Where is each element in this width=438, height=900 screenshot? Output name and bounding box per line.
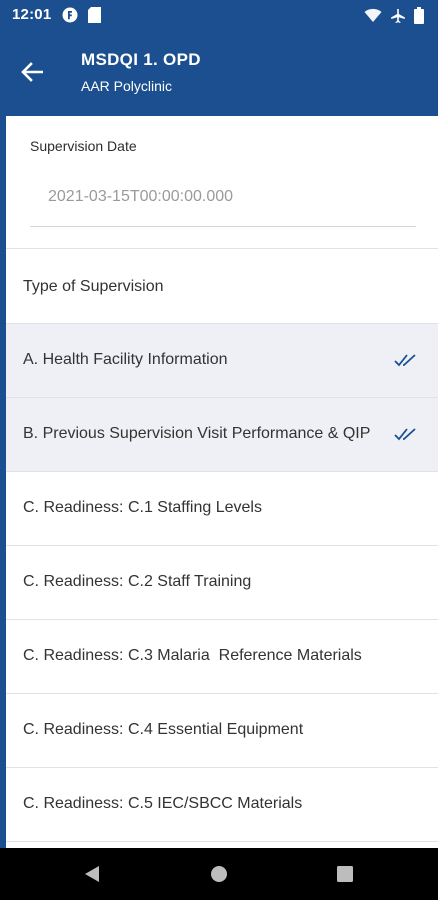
- page-subtitle: AAR Polyclinic: [81, 78, 173, 94]
- section-label: C. Readiness: C.1 Staffing Levels: [23, 499, 262, 516]
- nav-home-icon[interactable]: [211, 866, 227, 882]
- arrow-back-icon: [21, 62, 43, 82]
- type-of-supervision-field[interactable]: Type of Supervision: [6, 249, 438, 324]
- section-label: B. Previous Supervision Visit Performanc…: [23, 425, 371, 442]
- airplane-icon: [391, 8, 405, 23]
- section-label: C. Readiness: C.4 Essential Equipment: [23, 721, 304, 738]
- nav-back-icon[interactable]: [84, 865, 100, 883]
- wifi-icon: x: [364, 8, 382, 23]
- nav-recents-icon[interactable]: [337, 866, 353, 882]
- section-item-a[interactable]: A. Health Facility Information: [6, 324, 438, 398]
- section-label: A. Health Facility Information: [23, 351, 228, 368]
- status-time: 12:01: [12, 6, 52, 23]
- section-item-c5[interactable]: C. Readiness: C.5 IEC/SBCC Materials: [6, 768, 438, 842]
- section-label: C. Readiness: C.5 IEC/SBCC Materials: [23, 795, 303, 812]
- status-icons-right: x: [364, 7, 424, 24]
- notification-app-icon: [62, 7, 78, 23]
- section-item-b[interactable]: B. Previous Supervision Visit Performanc…: [6, 398, 438, 472]
- section-label: C. Readiness: C.3 Malaria Reference Mate…: [23, 647, 362, 664]
- sd-card-icon: [88, 7, 101, 23]
- content-panel: Supervision Date 2021-03-15T00:00:00.000…: [6, 116, 438, 848]
- page-title: MSDQI 1. OPD: [81, 50, 201, 69]
- section-item-c3[interactable]: C. Readiness: C.3 Malaria Reference Mate…: [6, 620, 438, 694]
- section-item-c4[interactable]: C. Readiness: C.4 Essential Equipment: [6, 694, 438, 768]
- status-bar: 12:01 x: [0, 0, 438, 30]
- status-icons-left: [62, 7, 101, 23]
- app-bar: MSDQI 1. OPD AAR Polyclinic: [0, 30, 438, 116]
- date-field-underline: [30, 226, 416, 227]
- supervision-date-section: Supervision Date 2021-03-15T00:00:00.000: [6, 116, 438, 249]
- supervision-date-label: Supervision Date: [30, 138, 137, 154]
- svg-text:x: x: [376, 18, 379, 23]
- section-item-c2[interactable]: C. Readiness: C.2 Staff Training: [6, 546, 438, 620]
- back-button[interactable]: [14, 54, 50, 90]
- section-label: C. Readiness: C.2 Staff Training: [23, 573, 252, 590]
- double-check-icon: [394, 354, 416, 367]
- type-of-supervision-label: Type of Supervision: [23, 278, 164, 295]
- double-check-icon: [394, 428, 416, 441]
- supervision-date-field[interactable]: 2021-03-15T00:00:00.000: [48, 188, 233, 206]
- battery-icon: [414, 7, 424, 24]
- navigation-bar: [0, 848, 438, 900]
- section-item-c1[interactable]: C. Readiness: C.1 Staffing Levels: [6, 472, 438, 546]
